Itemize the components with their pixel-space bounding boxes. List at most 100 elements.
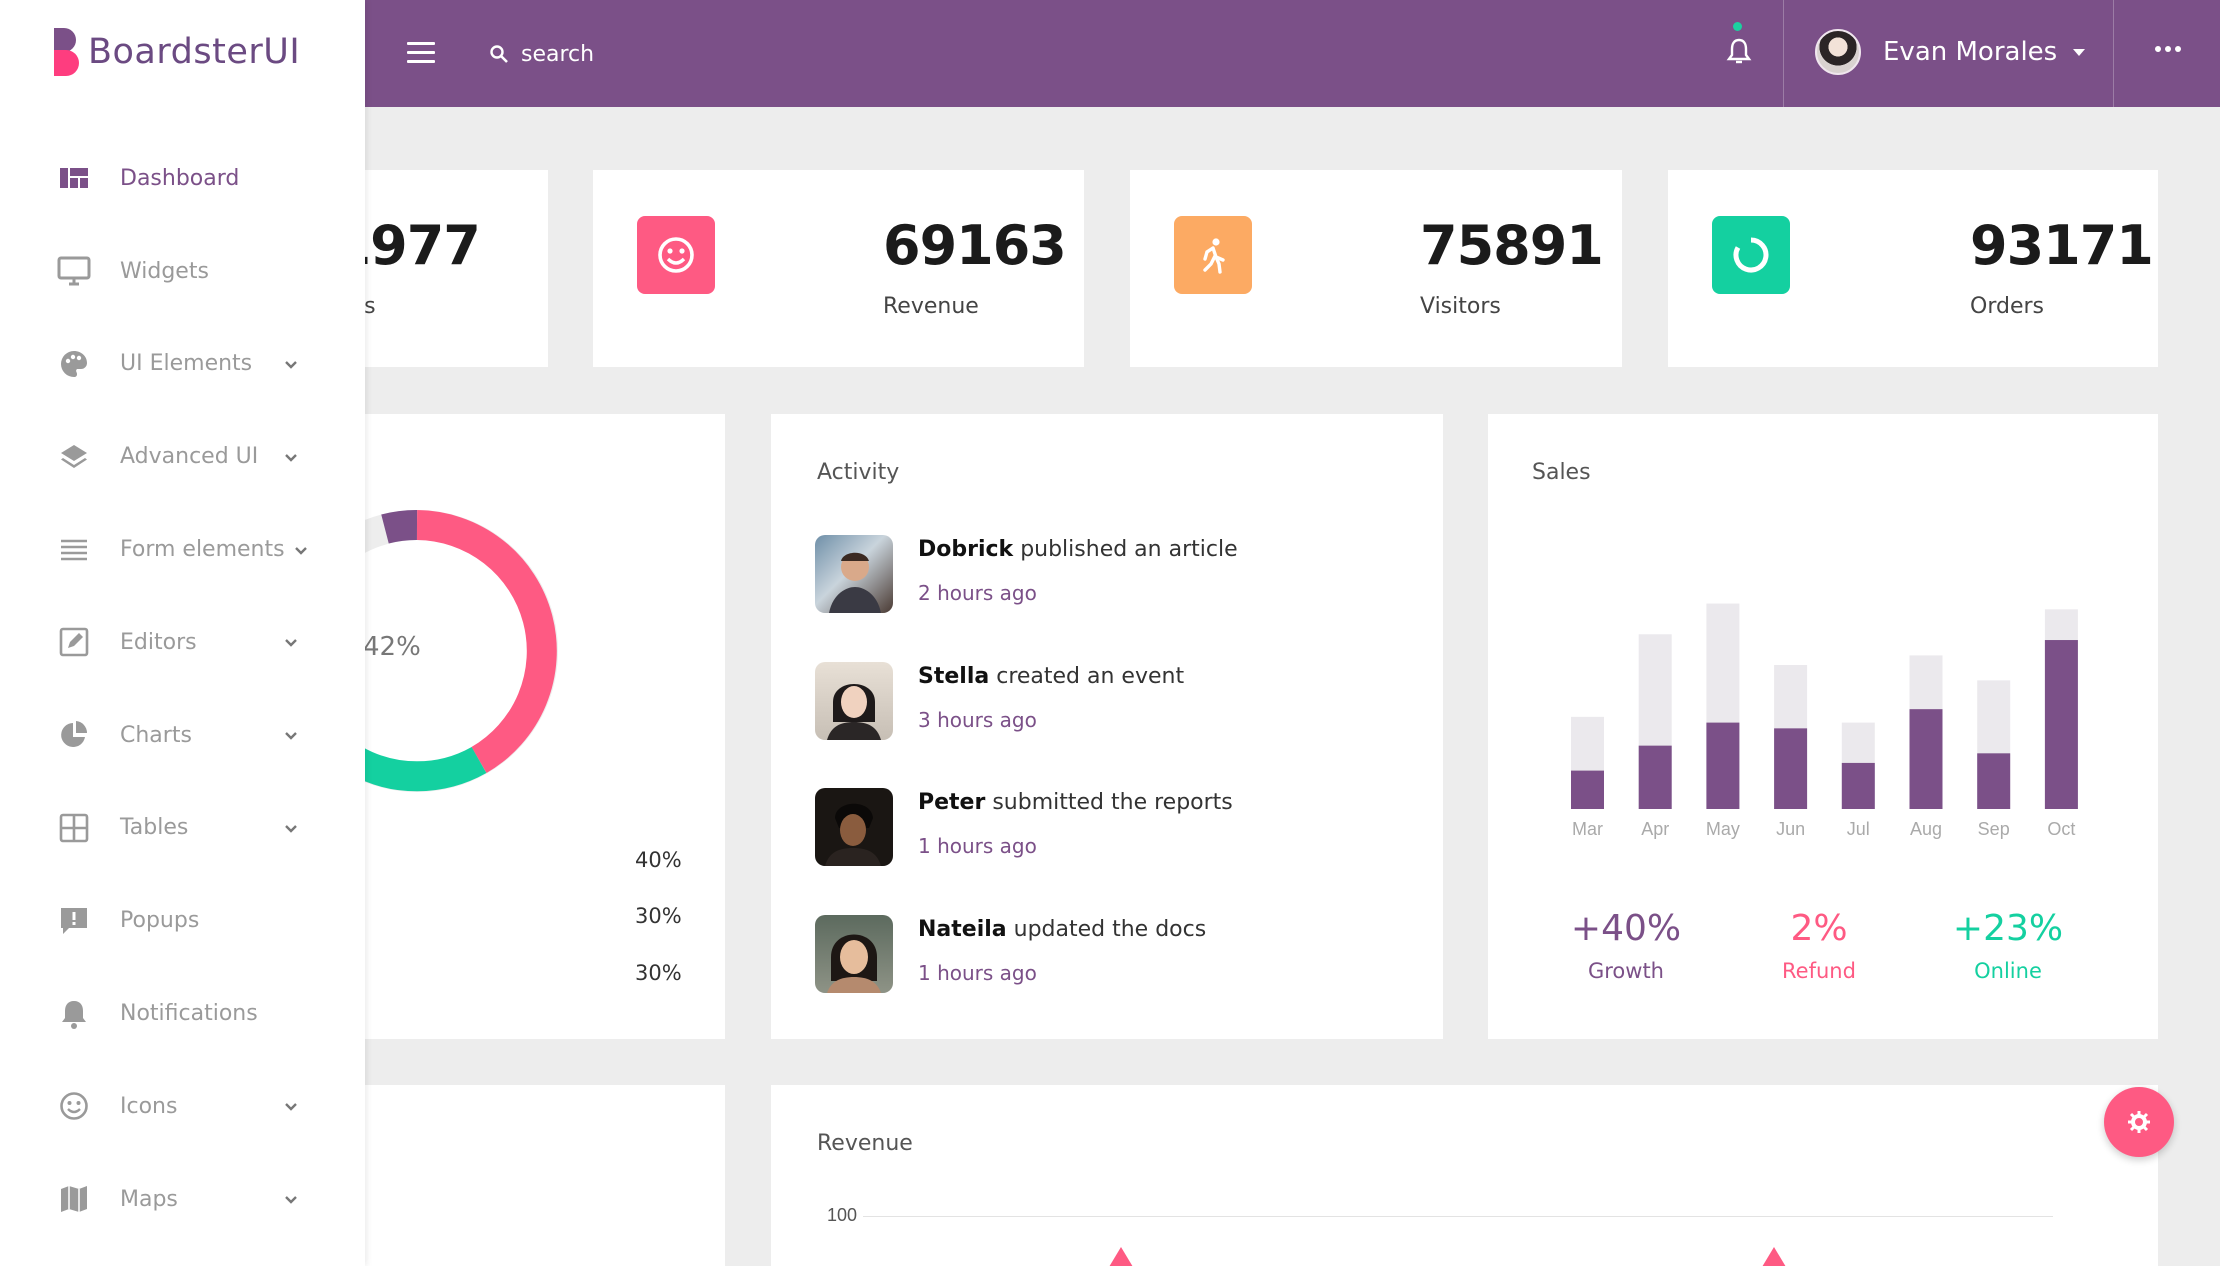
sidebar-item-widgets[interactable]: Widgets [0, 225, 365, 318]
sidebar-item-maps[interactable]: Maps [0, 1153, 365, 1246]
more-options-icon[interactable] [2155, 46, 2181, 52]
user-menu[interactable]: Evan Morales [1815, 29, 2086, 75]
kpi-growth: +40% Growth [1546, 908, 1706, 983]
stat-card-orders: 93171 Orders [1668, 170, 2158, 367]
card-title: Activity [817, 460, 900, 485]
activity-action: submitted the reports [992, 790, 1233, 815]
layers-icon [56, 439, 92, 475]
bar-oct[interactable] [2044, 640, 2078, 809]
avatar [815, 788, 893, 866]
donut-segment-purple [381, 509, 418, 544]
brand-name: BoardsterUI [88, 32, 301, 72]
sidebar-item-label: UI Elements [120, 351, 253, 377]
bar-aug[interactable] [1909, 709, 1943, 809]
sidebar-item-charts[interactable]: Charts [0, 689, 365, 782]
table-icon [56, 810, 92, 846]
search-placeholder: search [521, 41, 595, 67]
sales-card: Sales Mar Apr May Jun Jul Aug Sep Oct +40% Grow… [1488, 414, 2158, 1039]
stat-card-visitors: 75891 Visitors [1130, 170, 1622, 367]
alert-message-icon [56, 903, 92, 939]
bar-mar[interactable] [1571, 770, 1604, 809]
activity-item[interactable]: Nateila updated the docs 1 hours ago [815, 915, 1375, 995]
caret-down-icon [2073, 48, 2086, 56]
bell-icon [56, 996, 92, 1032]
kpi-label: Growth [1587, 959, 1664, 983]
sidebar-item-label: Icons [120, 1093, 178, 1119]
sidebar-item-advanced-ui[interactable]: Advanced UI [0, 410, 365, 503]
chevron-down-icon [285, 453, 297, 462]
avatar [815, 915, 893, 993]
chevron-down-icon [285, 361, 297, 369]
sidebar-item-ui-elements[interactable]: UI Elements [0, 318, 365, 411]
activity-user: Stella [918, 664, 990, 689]
chevron-down-icon [285, 1196, 297, 1204]
logo-icon [54, 28, 79, 76]
monitor-icon [56, 253, 92, 289]
donut-card: 42% 40% 30% 30% [305, 414, 725, 1039]
chevron-down-icon [285, 825, 297, 833]
donut-segment-green [347, 746, 487, 792]
chevron-down-icon [295, 546, 307, 555]
legend-value: 30% [635, 904, 682, 928]
lines-icon [56, 532, 92, 568]
legend-value: 40% [635, 848, 682, 872]
stat-value: 69163 [883, 214, 1067, 277]
sidebar-item-label: Notifications [120, 1001, 258, 1027]
sidebar-item-label: Editors [120, 629, 197, 655]
sidebar-item-notifications[interactable]: Notifications [0, 967, 365, 1060]
sidebar-item-editors[interactable]: Editors [0, 596, 365, 689]
activity-time: 1 hours ago [918, 834, 1037, 858]
settings-fab[interactable] [2104, 1087, 2174, 1157]
bar-may[interactable] [1706, 722, 1740, 809]
triangle-marker-icon [1762, 1247, 1786, 1266]
bottom-left-card [305, 1085, 725, 1266]
kpi-label: Online [1974, 959, 2042, 983]
activity-time: 2 hours ago [918, 581, 1037, 605]
x-tick-label: Sep [1978, 819, 2010, 839]
brand-logo[interactable]: BoardsterUI [52, 26, 300, 78]
map-icon [56, 1181, 92, 1217]
activity-item[interactable]: Dobrick published an article 2 hours ago [815, 535, 1375, 615]
bar-apr[interactable] [1638, 745, 1672, 809]
revenue-card: Revenue 100 [771, 1085, 2158, 1266]
activity-item[interactable]: Peter submitted the reports 1 hours ago [815, 788, 1375, 868]
activity-text: Nateila updated the docs [918, 917, 1206, 942]
search-icon [490, 45, 508, 63]
palette-icon [56, 346, 92, 382]
stat-value: 75891 [1420, 214, 1604, 277]
notifications-bell[interactable] [1721, 22, 1757, 72]
topbar-divider [1783, 0, 1784, 107]
smiley-icon [637, 216, 715, 294]
stat-label: Orders [1970, 294, 2044, 319]
pie-chart-icon [56, 717, 92, 753]
x-tick-label: Oct [2047, 819, 2075, 839]
sidebar-item-popups[interactable]: Popups [0, 874, 365, 967]
bar-jun[interactable] [1774, 728, 1808, 809]
sidebar-item-tables[interactable]: Tables [0, 782, 365, 875]
dashboard-icon [56, 160, 92, 196]
donut-chart [305, 509, 558, 792]
activity-action: published an article [1020, 537, 1238, 562]
kpi-refund: 2% Refund [1739, 908, 1899, 983]
search-input[interactable]: search [489, 34, 594, 74]
sidebar: BoardsterUI Dashboard Widgets UI Element… [0, 0, 365, 1266]
sidebar-item-icons[interactable]: Icons [0, 1060, 365, 1153]
sidebar-item-label: Tables [120, 815, 189, 841]
sidebar-item-dashboard[interactable]: Dashboard [0, 132, 365, 225]
avatar [815, 662, 893, 740]
kpi-value: 2% [1790, 908, 1848, 949]
activity-user: Dobrick [918, 537, 1014, 562]
activity-action: created an event [996, 664, 1185, 689]
sidebar-item-form-elements[interactable]: Form elements [0, 503, 365, 596]
notification-dot [1733, 22, 1742, 31]
runner-icon [1174, 216, 1252, 294]
menu-toggle-icon[interactable] [407, 42, 435, 66]
activity-card: Activity Dobrick published an article 2 … [771, 414, 1443, 1039]
bar-sep[interactable] [1977, 753, 2011, 809]
bar-jul[interactable] [1841, 762, 1875, 809]
activity-user: Nateila [918, 917, 1007, 942]
edit-icon [56, 624, 92, 660]
stat-label: Revenue [883, 294, 979, 319]
activity-item[interactable]: Stella created an event 3 hours ago [815, 662, 1375, 742]
legend-value: 30% [635, 961, 682, 985]
